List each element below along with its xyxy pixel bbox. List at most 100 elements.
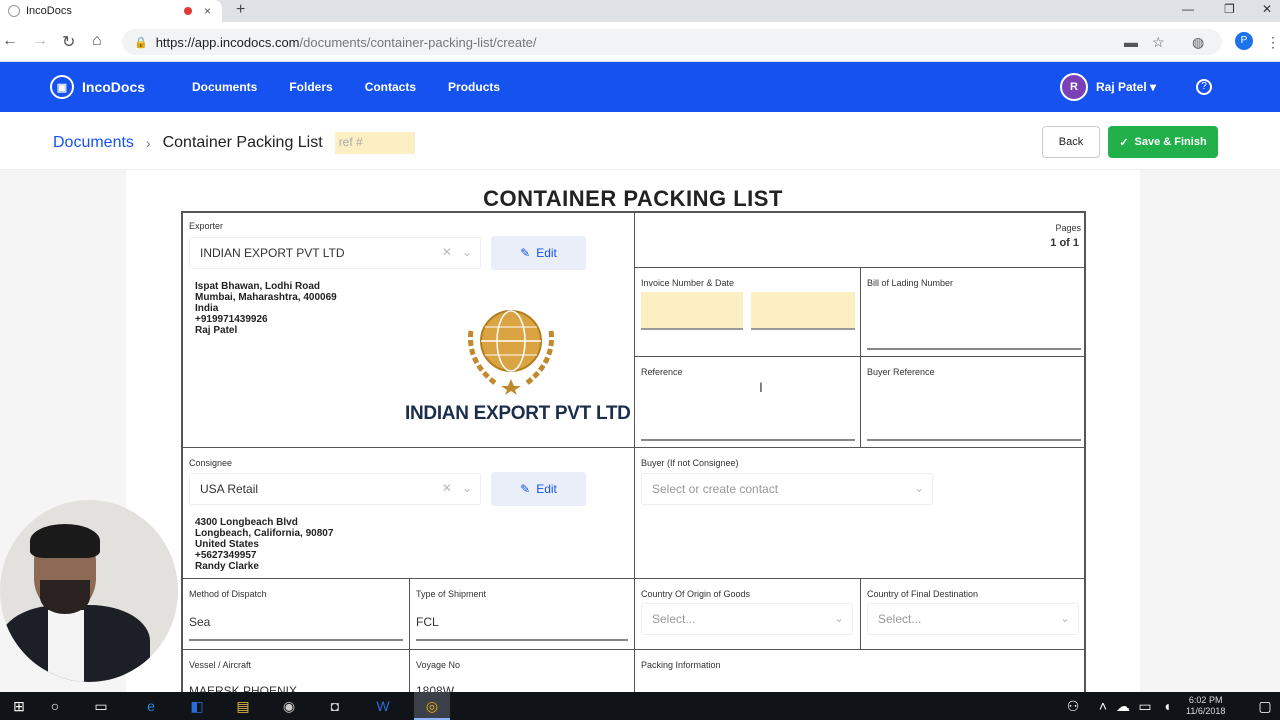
shipment-cell: Type of Shipment FCL	[409, 578, 635, 650]
minimize-icon[interactable]: —	[1182, 2, 1194, 16]
bol-input[interactable]	[867, 348, 1081, 350]
file-explorer-icon[interactable]: ▤	[234, 697, 252, 715]
packing-info-cell: Packing Information	[634, 649, 1084, 692]
new-tab-button[interactable]: +	[236, 0, 245, 20]
shipment-underline	[416, 639, 628, 641]
network-icon[interactable]: ▭	[1136, 697, 1154, 715]
address-bar: ← → ↻ ⌂ 🔒 https://app.incodocs.com /docu…	[0, 22, 1280, 62]
nav-folders[interactable]: Folders	[289, 80, 332, 94]
bookmark-star-icon[interactable]: ☆	[1152, 34, 1165, 51]
back-arrow-icon[interactable]: ←	[2, 32, 18, 50]
breadcrumb-documents[interactable]: Documents	[53, 134, 134, 152]
clock-date: 11/6/2018	[1186, 706, 1226, 716]
destination-select[interactable]: Select... ⌄	[867, 603, 1079, 635]
clear-icon[interactable]: ✕	[442, 481, 452, 495]
consignee-address-line: United States	[195, 539, 259, 550]
user-menu[interactable]: R Raj Patel ▾	[1060, 73, 1156, 101]
store-icon[interactable]: ◘	[326, 697, 344, 715]
consignee-address-line: +5627349957	[195, 550, 257, 561]
exporter-cell: Exporter INDIAN EXPORT PVT LTD ✕ ⌄ ✎ Edit…	[183, 213, 635, 448]
word-icon[interactable]: W	[374, 697, 392, 715]
exporter-address: Ispat Bhawan, Lodhi Road Mumbai, Maharas…	[195, 281, 337, 336]
invoice-label: Invoice Number & Date	[641, 278, 735, 288]
chevron-down-icon[interactable]: ⌄	[462, 481, 472, 495]
exporter-address-line: Mumbai, Maharashtra, 400069	[195, 292, 337, 303]
buyer-reference-label: Buyer Reference	[867, 367, 935, 377]
restore-icon[interactable]: ❐	[1224, 2, 1235, 16]
exporter-select[interactable]: INDIAN EXPORT PVT LTD ✕ ⌄	[189, 237, 481, 269]
reference-input[interactable]	[641, 439, 855, 441]
buyer-select[interactable]: Select or create contact ⌄	[641, 473, 933, 505]
chrome-taskbar-button[interactable]: ◎	[414, 692, 450, 720]
brand-logo[interactable]: ▣ IncoDocs	[50, 75, 145, 99]
voyage-label: Voyage No	[416, 660, 461, 670]
windows-start-icon[interactable]: ⊞	[10, 697, 28, 715]
forward-arrow-icon[interactable]: →	[32, 32, 48, 50]
destination-placeholder: Select...	[878, 612, 922, 626]
clear-icon[interactable]: ✕	[442, 245, 452, 259]
search-icon[interactable]: ○	[46, 697, 64, 715]
nav-contacts[interactable]: Contacts	[365, 80, 416, 94]
volume-icon[interactable]: ◖	[1158, 697, 1176, 715]
favicon-icon	[8, 5, 20, 17]
shipment-value[interactable]: FCL	[416, 615, 439, 629]
dispatch-underline	[189, 639, 403, 641]
chevron-down-icon[interactable]: ⌄	[462, 245, 472, 259]
exporter-address-line: +919971439926	[195, 314, 268, 325]
save-finish-button[interactable]: ✓ Save & Finish	[1108, 126, 1218, 158]
browser-tab[interactable]: IncoDocs ×	[0, 0, 222, 22]
ref-number-input[interactable]: ref #	[334, 132, 415, 154]
bol-label: Bill of Lading Number	[867, 278, 954, 288]
menu-dots-icon[interactable]: ⋮	[1266, 34, 1280, 51]
chevron-down-icon[interactable]: ⌄	[1060, 611, 1070, 625]
home-icon[interactable]: ⌂	[92, 32, 102, 50]
pages-label: Pages	[1055, 223, 1081, 233]
help-icon[interactable]: ?	[1196, 79, 1212, 95]
presenter-beard	[40, 580, 90, 614]
dispatch-value[interactable]: Sea	[189, 615, 210, 629]
extension-icon[interactable]: ◍	[1192, 34, 1204, 51]
outlook-icon[interactable]: ◧	[188, 697, 206, 715]
task-view-icon[interactable]: ▭	[92, 697, 110, 715]
vessel-value[interactable]: MAERSK PHOENIX	[189, 684, 297, 692]
tray-up-icon[interactable]: ˄	[1094, 697, 1112, 715]
close-window-icon[interactable]: ✕	[1262, 2, 1272, 16]
page-title: Container Packing List	[162, 134, 323, 151]
consignee-address-line: Randy Clarke	[195, 561, 259, 572]
packing-list-form: Exporter INDIAN EXPORT PVT LTD ✕ ⌄ ✎ Edit…	[181, 211, 1086, 692]
exporter-address-line: Raj Patel	[195, 325, 238, 336]
consignee-edit-button[interactable]: ✎ Edit	[491, 472, 586, 506]
consignee-address-line: 4300 Longbeach Blvd	[195, 517, 298, 528]
invoice-date-input[interactable]	[751, 292, 855, 330]
browser-tab-strip: IncoDocs × + — ❐ ✕	[0, 0, 1280, 22]
back-button[interactable]: Back	[1042, 126, 1100, 158]
invoice-number-input[interactable]	[641, 292, 743, 330]
cast-icon[interactable]: ▬	[1124, 34, 1138, 50]
company-logo-name: INDIAN EXPORT PVT LTD	[405, 403, 631, 424]
document-toolbar: Documents › Container Packing List ref #…	[0, 112, 1280, 170]
people-icon[interactable]: ⚇	[1064, 697, 1082, 715]
notifications-icon[interactable]: ▢	[1256, 697, 1274, 715]
consignee-select[interactable]: USA Retail ✕ ⌄	[189, 473, 481, 505]
nav-documents[interactable]: Documents	[192, 80, 257, 94]
browser-profile-avatar[interactable]: P	[1235, 32, 1253, 50]
destination-label: Country of Final Destination	[867, 589, 979, 599]
chevron-down-icon[interactable]: ⌄	[914, 481, 924, 495]
invoice-cell: Invoice Number & Date	[634, 267, 861, 357]
exporter-edit-button[interactable]: ✎ Edit	[491, 236, 586, 270]
nav-products[interactable]: Products	[448, 80, 500, 94]
reload-icon[interactable]: ↻	[62, 32, 75, 52]
buyer-reference-cell: Buyer Reference	[860, 356, 1084, 448]
url-input[interactable]: 🔒 https://app.incodocs.com /documents/co…	[122, 29, 1222, 55]
voyage-value[interactable]: 1808W	[416, 684, 454, 692]
dispatch-label: Method of Dispatch	[189, 589, 267, 599]
tab-close-icon[interactable]: ×	[204, 4, 211, 18]
user-avatar: R	[1060, 73, 1088, 101]
buyer-reference-input[interactable]	[867, 439, 1081, 441]
edge-browser-icon[interactable]: e	[142, 697, 160, 715]
origin-select[interactable]: Select... ⌄	[641, 603, 853, 635]
cloud-icon[interactable]: ☁	[1114, 697, 1132, 715]
chevron-down-icon[interactable]: ⌄	[834, 611, 844, 625]
system-clock[interactable]: 6:02 PM 11/6/2018	[1186, 695, 1225, 717]
app-icon[interactable]: ◉	[280, 697, 298, 715]
